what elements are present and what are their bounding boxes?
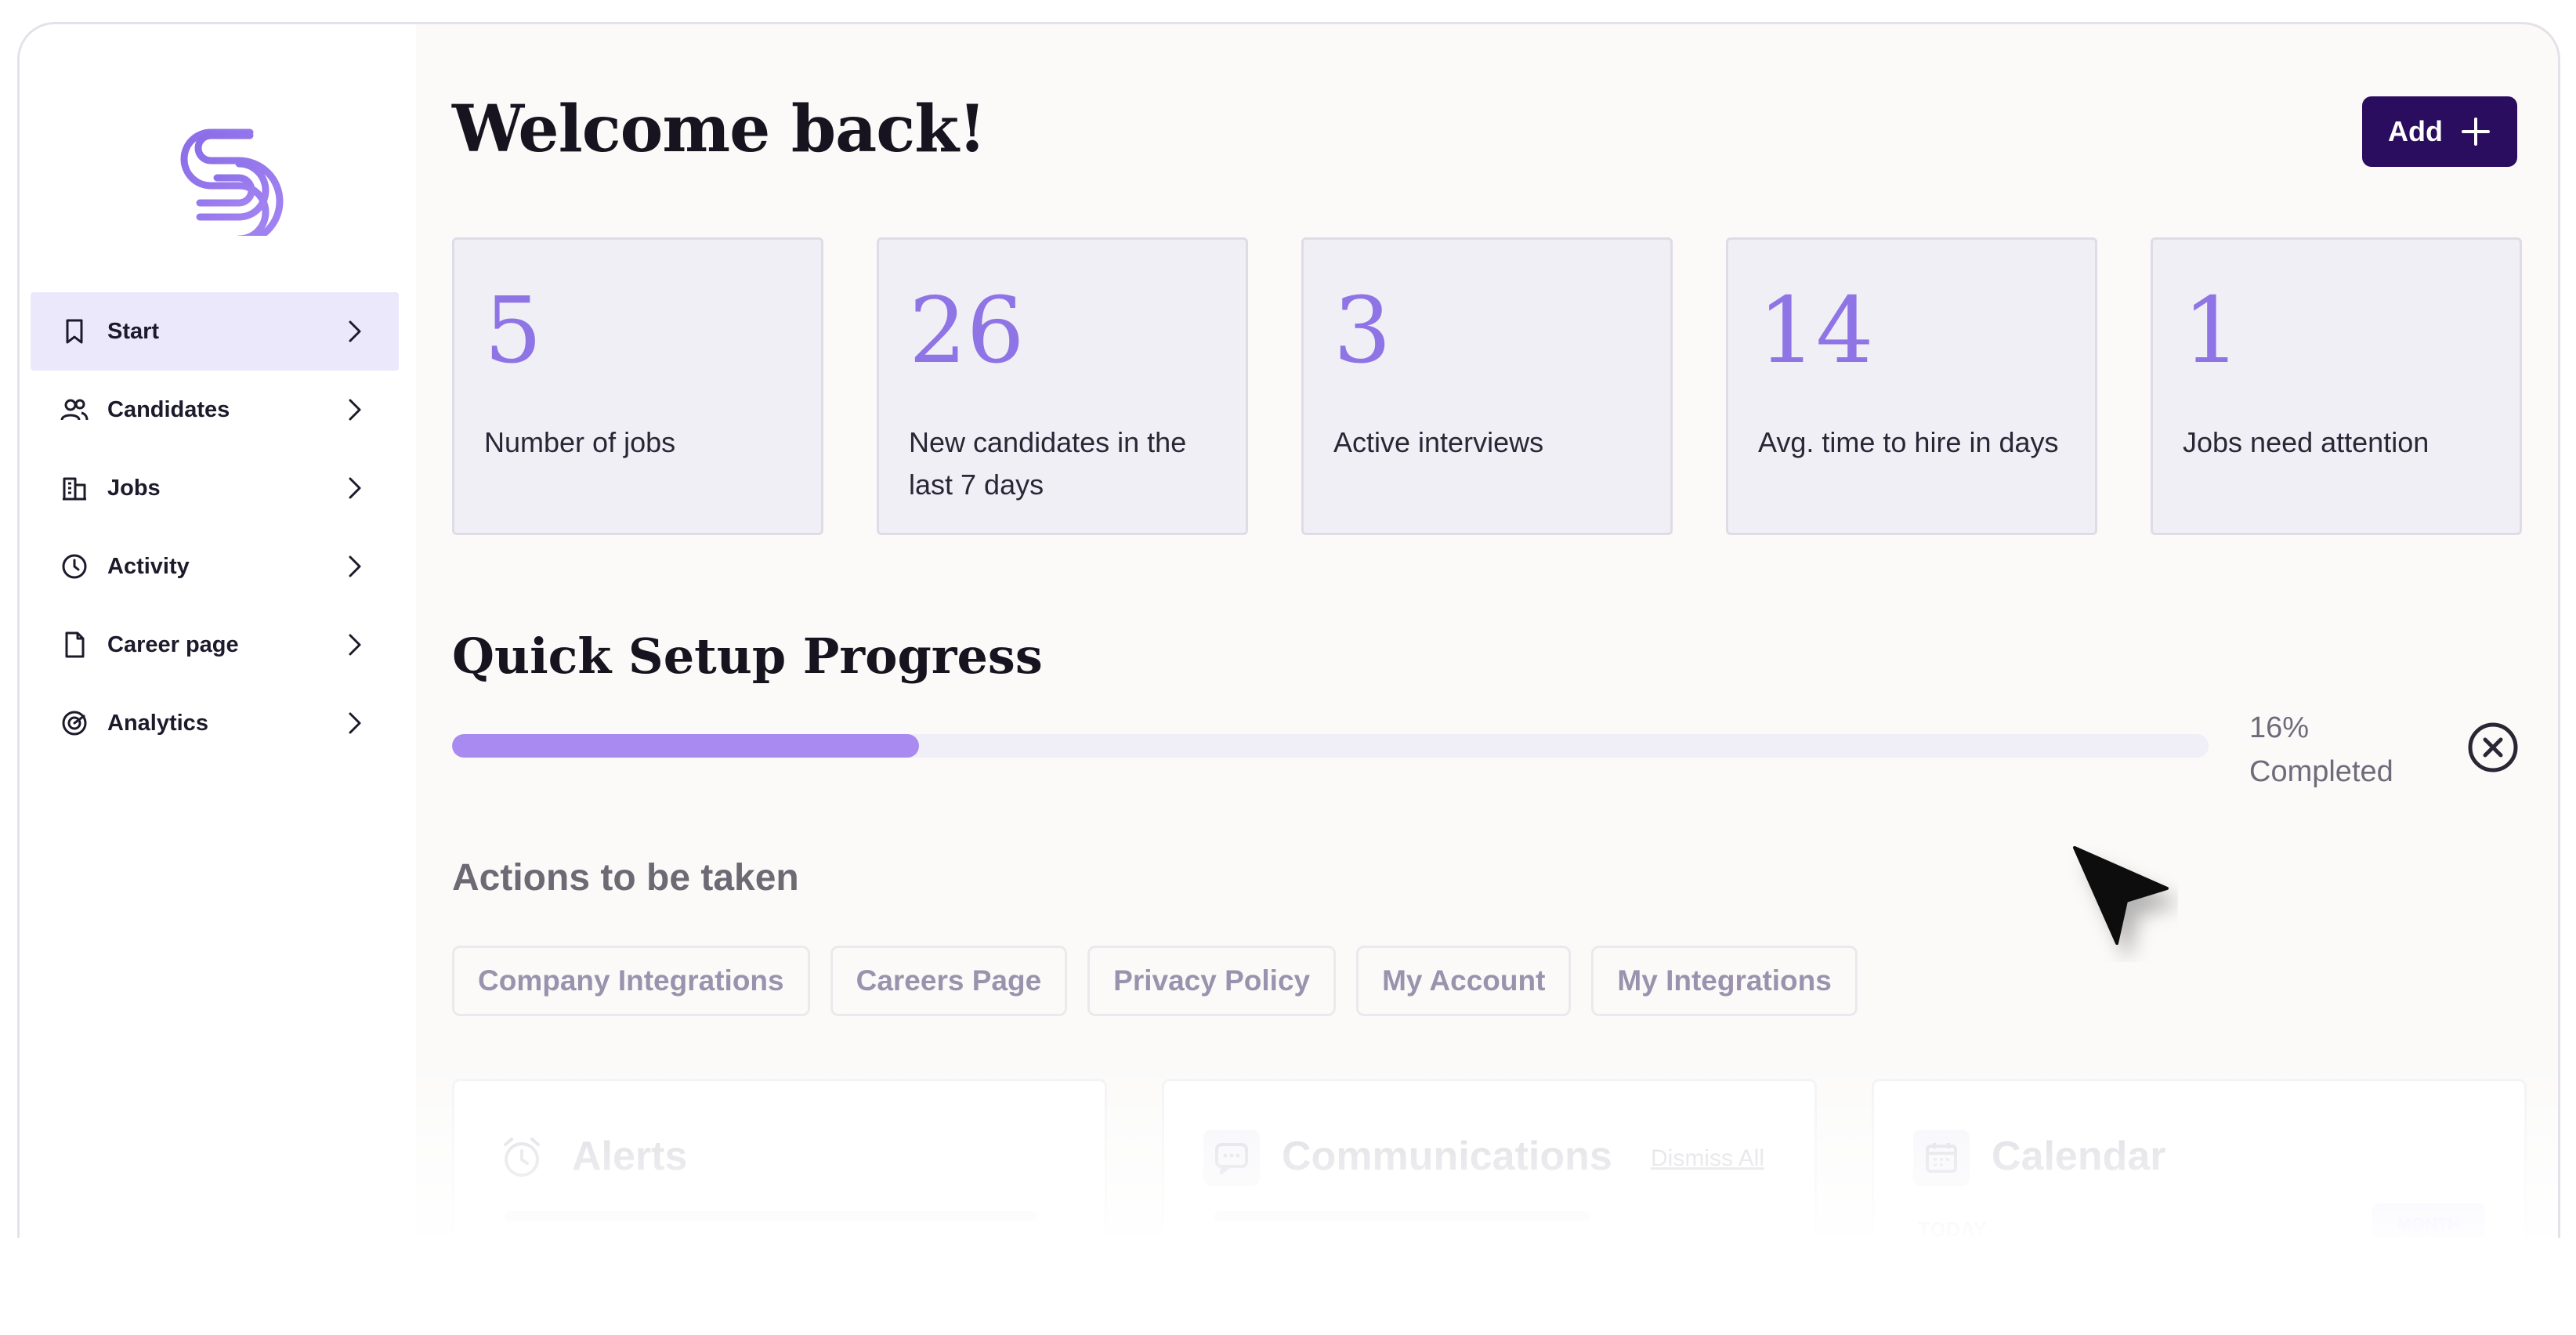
add-button[interactable]: Add: [2362, 96, 2517, 167]
stat-value: 14: [1758, 278, 1874, 384]
communications-title: Communications: [1282, 1134, 1612, 1179]
sidebar-item-label: Candidates: [107, 396, 230, 422]
app-window: Start Candidates Jobs Activity Career pa…: [17, 22, 2560, 1244]
progress-percent: 16%: [2249, 711, 2310, 744]
sidebar-nav: Start Candidates Jobs Activity Career pa…: [31, 292, 399, 762]
stat-card-time-to-hire[interactable]: 14 Avg. time to hire in days: [1726, 237, 2097, 535]
chip-my-integrations[interactable]: My Integrations: [1591, 946, 1858, 1016]
stat-value: 3: [1333, 278, 1391, 384]
setup-progress-fill: [452, 734, 920, 758]
mouse-cursor-icon: [2073, 846, 2169, 945]
sidebar-item-activity[interactable]: Activity: [31, 527, 399, 606]
chevron-right-icon: [349, 320, 361, 342]
placeholder-line: [1214, 1211, 1590, 1222]
document-icon: [59, 629, 90, 660]
stat-card-new-candidates[interactable]: 26 New candidates in the last 7 days: [877, 237, 1248, 535]
sidebar: Start Candidates Jobs Activity Career pa…: [20, 24, 416, 1244]
stat-label: Number of jobs: [484, 426, 676, 458]
stat-card-jobs-attention[interactable]: 1 Jobs need attention: [2151, 237, 2522, 535]
main-content: Welcome back! Add 5 Number of jobs 26 Ne…: [416, 24, 2558, 1244]
chip-careers-page[interactable]: Careers Page: [830, 946, 1068, 1016]
stat-card-active-interviews[interactable]: 3 Active interviews: [1301, 237, 1673, 535]
chevron-right-icon: [349, 555, 361, 577]
calendar-panel: Calendar TODAY MONTH: [1872, 1079, 2527, 1244]
alerts-title: Alerts: [572, 1134, 688, 1179]
clock-icon: [59, 551, 90, 582]
chevron-right-icon: [349, 634, 361, 656]
chat-icon: [1203, 1130, 1260, 1186]
communications-panel: Communications Dismiss All: [1162, 1079, 1817, 1244]
alerts-panel: Alerts: [452, 1079, 1107, 1244]
alarm-clock-icon: [494, 1130, 550, 1186]
stat-label: Active interviews: [1333, 426, 1544, 458]
users-icon: [59, 394, 90, 425]
chip-company-integrations[interactable]: Company Integrations: [452, 946, 810, 1016]
bookmark-icon: [59, 316, 90, 347]
calendar-icon: [1913, 1130, 1970, 1186]
page-background: [0, 1238, 2576, 1335]
stat-label: New candidates in the last 7 days: [909, 426, 1187, 501]
stats-cards: 5 Number of jobs 26 New candidates in th…: [452, 237, 2522, 535]
stat-label: Avg. time to hire in days: [1758, 426, 2059, 458]
sidebar-item-label: Analytics: [107, 710, 208, 736]
action-chips: Company Integrations Careers Page Privac…: [452, 946, 1858, 1016]
chevron-right-icon: [349, 477, 361, 499]
sidebar-item-start[interactable]: Start: [31, 292, 399, 371]
close-icon[interactable]: [2466, 720, 2520, 775]
stat-card-jobs[interactable]: 5 Number of jobs: [452, 237, 823, 535]
stat-label: Jobs need attention: [2183, 426, 2429, 458]
setup-progress-text: 16% Completed: [2249, 706, 2437, 794]
stat-value: 5: [484, 278, 542, 384]
add-button-label: Add: [2388, 115, 2443, 147]
stat-value: 1: [2183, 278, 2241, 384]
sidebar-item-label: Start: [107, 318, 160, 344]
setup-progress-bar: [452, 734, 2209, 758]
calendar-title: Calendar: [1992, 1134, 2166, 1179]
sidebar-item-career-page[interactable]: Career page: [31, 606, 399, 684]
chevron-right-icon: [349, 712, 361, 734]
plus-icon: [2461, 118, 2490, 146]
progress-completed-label: Completed: [2249, 755, 2393, 788]
sidebar-item-label: Activity: [107, 553, 190, 579]
analytics-icon: [59, 707, 90, 739]
dashboard-panels: Alerts Communications Dismiss All Calend…: [452, 1079, 2527, 1244]
dismiss-all-link[interactable]: Dismiss All: [1651, 1145, 1764, 1172]
page-title: Welcome back!: [452, 92, 986, 167]
chevron-right-icon: [349, 399, 361, 421]
chip-my-account[interactable]: My Account: [1356, 946, 1572, 1016]
stat-value: 26: [909, 278, 1025, 384]
placeholder-line: [505, 1211, 1037, 1222]
sidebar-item-jobs[interactable]: Jobs: [31, 449, 399, 527]
building-icon: [59, 472, 90, 504]
sidebar-item-candidates[interactable]: Candidates: [31, 371, 399, 449]
chip-privacy-policy[interactable]: Privacy Policy: [1087, 946, 1337, 1016]
actions-title: Actions to be taken: [452, 857, 799, 899]
sidebar-item-label: Jobs: [107, 475, 161, 501]
setup-title: Quick Setup Progress: [452, 628, 1043, 685]
brand-logo[interactable]: [162, 110, 288, 236]
sidebar-item-label: Career page: [107, 631, 239, 657]
sidebar-item-analytics[interactable]: Analytics: [31, 684, 399, 762]
